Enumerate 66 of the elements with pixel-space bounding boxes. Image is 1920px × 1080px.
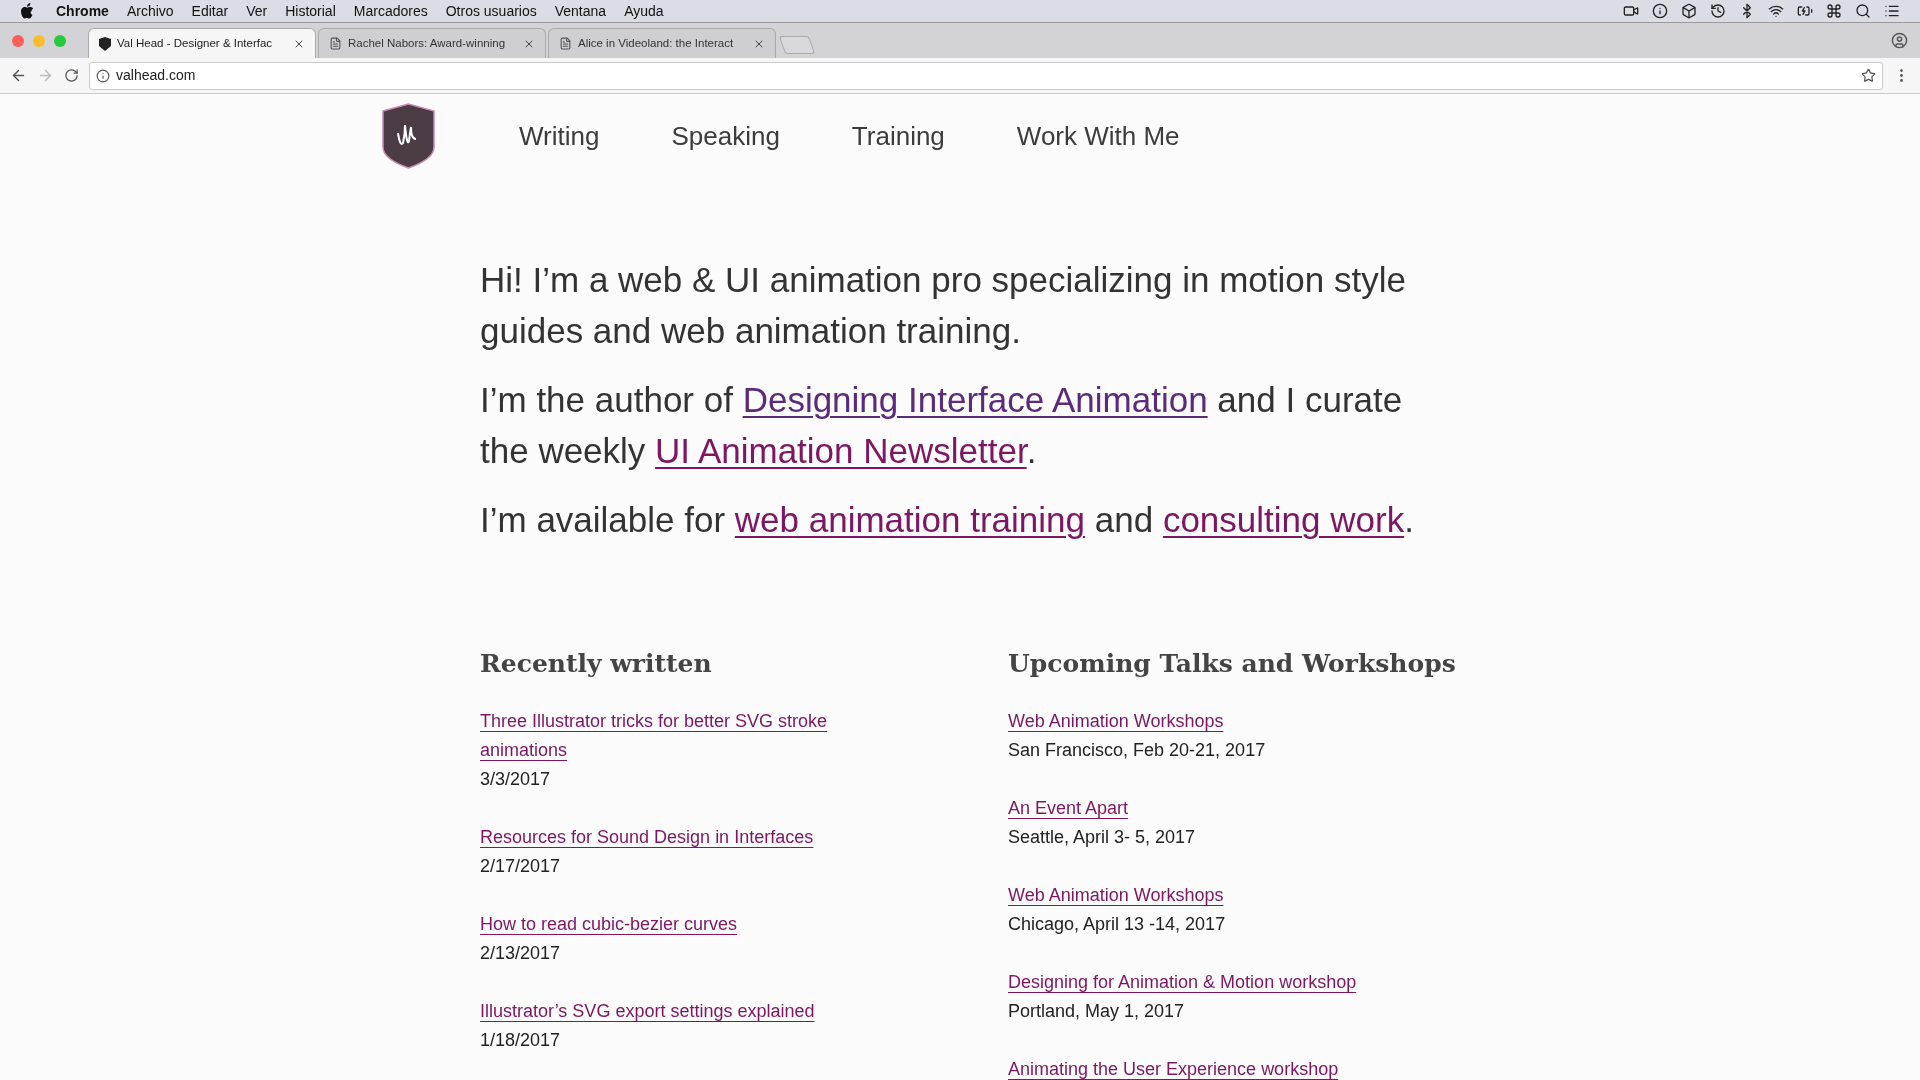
apple-logo-icon[interactable] bbox=[20, 3, 34, 19]
info-icon[interactable] bbox=[1652, 3, 1668, 19]
shield-icon bbox=[99, 36, 111, 51]
menu-item[interactable]: Archivo bbox=[126, 0, 174, 22]
address-bar[interactable]: valhead.com bbox=[89, 61, 1883, 90]
nav-link[interactable]: Training bbox=[851, 116, 945, 156]
text-link[interactable]: web animation training bbox=[734, 500, 1086, 539]
post-date: 3/3/2017 bbox=[480, 767, 552, 791]
post-date: 1/18/2017 bbox=[480, 1028, 562, 1052]
browser-tab[interactable]: Rachel Nabors: Award-winning bbox=[318, 28, 546, 58]
menu-item[interactable]: Ayuda bbox=[624, 0, 664, 22]
post-date: 2/13/2017 bbox=[480, 941, 562, 965]
post-link[interactable]: Resources for Sound Design in Interfaces bbox=[480, 822, 880, 852]
nav-link[interactable]: Work With Me bbox=[1016, 116, 1180, 156]
tab-title: Rachel Nabors: Award-winning bbox=[348, 35, 507, 51]
nav-link[interactable]: Speaking bbox=[671, 116, 780, 156]
section-heading: Upcoming Talks and Workshops bbox=[1008, 648, 1456, 680]
document-icon bbox=[329, 37, 342, 50]
event-detail: Portland, May 1, 2017 bbox=[1008, 999, 1186, 1023]
info-icon[interactable] bbox=[96, 68, 110, 83]
document-icon bbox=[559, 37, 572, 50]
post-link[interactable]: Three Illustrator tricks for better SVG stroke animations bbox=[480, 706, 880, 765]
event-link[interactable]: Web Animation Workshops bbox=[1008, 880, 1456, 910]
browser-tab[interactable]: Alice in Videoland: the Interact bbox=[548, 28, 776, 58]
reload-icon[interactable] bbox=[64, 68, 79, 83]
logo-icon[interactable] bbox=[380, 103, 437, 169]
bookmark-star-icon[interactable] bbox=[1861, 68, 1876, 83]
post-date: 2/17/2017 bbox=[480, 854, 562, 878]
event-link[interactable]: Animating the User Experience workshop bbox=[1008, 1054, 1456, 1080]
text-link[interactable]: Designing Interface Animation bbox=[742, 380, 1208, 419]
text-link[interactable]: consulting work bbox=[1162, 500, 1405, 539]
text-link[interactable]: UI Animation Newsletter bbox=[655, 431, 1027, 470]
browser-tab[interactable]: Val Head - Designer & Interfac bbox=[88, 28, 316, 58]
intro-paragraph: I’m the author of Designing Interface Animation and I curate the weekly UI Animation Newsletter. bbox=[480, 379, 1404, 472]
event-link[interactable]: An Event Apart bbox=[1008, 793, 1456, 823]
url-text: valhead.com bbox=[116, 66, 196, 85]
event-link[interactable]: Web Animation Workshops bbox=[1008, 706, 1456, 736]
tab-title: Val Head - Designer & Interfac bbox=[117, 35, 274, 51]
command-icon[interactable] bbox=[1826, 3, 1842, 19]
menu-item[interactable]: Ventana bbox=[554, 0, 607, 22]
intro-paragraph: I’m available for web animation training and consulting work. bbox=[480, 499, 1415, 541]
menu-item[interactable]: Historial bbox=[285, 0, 336, 22]
profile-icon[interactable] bbox=[1891, 32, 1908, 49]
tab-title: Alice in Videoland: the Interact bbox=[578, 35, 735, 51]
search-icon[interactable] bbox=[1855, 3, 1871, 19]
event-link[interactable]: Designing for Animation & Motion workshop bbox=[1008, 967, 1456, 997]
post-link[interactable]: How to read cubic-bezier curves bbox=[480, 909, 880, 939]
intro-paragraph: Hi! I’m a web & UI animation pro specializing in motion style guides and web animation training. bbox=[480, 259, 1407, 352]
menu-item[interactable]: Editar bbox=[191, 0, 229, 22]
nav-link[interactable]: Writing bbox=[519, 116, 600, 156]
post-link[interactable]: Illustrator’s SVG export settings explained bbox=[480, 996, 880, 1026]
section-heading: Recently written bbox=[480, 648, 713, 680]
history-icon[interactable] bbox=[1710, 3, 1726, 19]
box-icon[interactable] bbox=[1681, 3, 1697, 19]
video-camera-icon[interactable] bbox=[1623, 3, 1639, 19]
app-menu[interactable]: Chrome bbox=[56, 0, 109, 22]
menu-icon[interactable] bbox=[1884, 3, 1900, 19]
back-icon[interactable] bbox=[10, 67, 27, 84]
menu-item[interactable]: Marcadores bbox=[353, 0, 428, 22]
menu-item[interactable]: Ver bbox=[246, 0, 268, 22]
event-detail: Seattle, April 3- 5, 2017 bbox=[1008, 825, 1197, 849]
menu-item[interactable]: Otros usuarios bbox=[445, 0, 537, 22]
battery-icon[interactable] bbox=[1797, 3, 1813, 19]
event-detail: San Francisco, Feb 20-21, 2017 bbox=[1008, 738, 1267, 762]
wifi-icon[interactable] bbox=[1768, 3, 1784, 19]
event-detail: Chicago, April 13 -14, 2017 bbox=[1008, 912, 1227, 936]
